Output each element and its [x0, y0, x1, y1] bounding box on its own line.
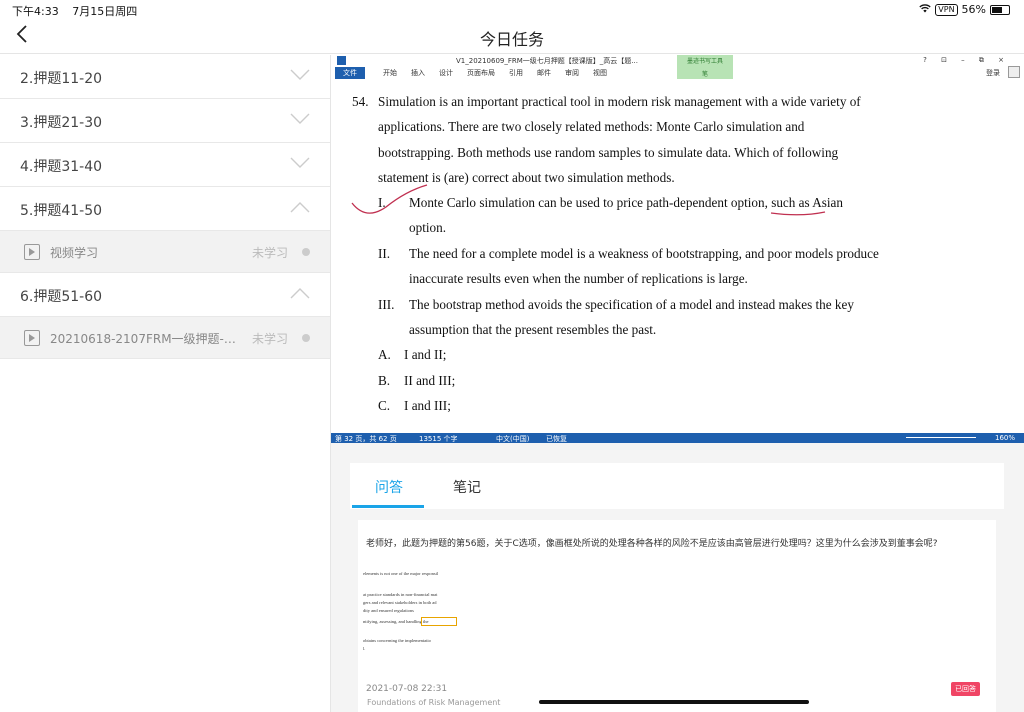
- word-ink-tools-tab[interactable]: 墨迹书写工具 笔: [677, 55, 733, 79]
- status-date: 7月15日周四: [72, 5, 138, 18]
- word-tab-view[interactable]: 视图: [593, 68, 607, 78]
- chapter-label: 5.押题41-50: [20, 203, 103, 219]
- qa-footer-text: Foundations of Risk Management: [367, 698, 501, 707]
- chapter-item-expanded[interactable]: 6.押题51-60: [0, 273, 330, 317]
- chapter-label: 4.押题31-40: [20, 159, 103, 175]
- lesson-title: 视频学习: [50, 246, 99, 260]
- battery-icon: [990, 4, 1010, 15]
- qa-question-text: 老师好，此题为押题的第56题，关于C选项，像画框处所说的处理各种各样的风险不是应…: [366, 539, 938, 549]
- post-timestamp: 2021-07-08 22:31: [366, 684, 448, 694]
- qa-attached-image[interactable]: elements is not one of the major respons…: [363, 564, 483, 658]
- chapter-item[interactable]: 3.押题21-30: [0, 99, 330, 143]
- chapter-label: 6.押题51-60: [20, 289, 103, 305]
- word-tab-design[interactable]: 设计: [439, 68, 453, 78]
- zoom-slider[interactable]: [906, 437, 976, 438]
- vpn-badge: VPN: [935, 3, 958, 16]
- lesson-item[interactable]: 视频学习 未学习: [0, 231, 330, 273]
- word-app-icon: [337, 56, 346, 65]
- ink-tools-label: 墨迹书写工具: [686, 58, 723, 65]
- video-play-icon: [24, 330, 40, 346]
- qa-panel: 问答 笔记 老师好，此题为押题的第56题，关于C选项，像画框处所说的处理各种各样…: [331, 443, 1024, 712]
- battery-percent: 56%: [961, 3, 986, 16]
- status-dot-icon: [302, 248, 310, 256]
- word-ribbon: 文件 开始 插入 设计 页面布局 引用 邮件 审阅 视图 墨迹书写工具 笔 登录: [331, 55, 1024, 80]
- status-dot-icon: [302, 334, 310, 342]
- image-text-line: l.: [363, 646, 366, 651]
- chapter-sidebar: 2.押题11-20 3.押题21-30 4.押题31-40 5.押题41-50 …: [0, 55, 331, 712]
- word-file-tab[interactable]: 文件: [335, 67, 365, 79]
- qa-post-card[interactable]: 老师好，此题为押题的第56题，关于C选项，像画框处所说的处理各种各样的风险不是应…: [358, 520, 996, 712]
- avatar: [1008, 66, 1020, 78]
- word-tab-review[interactable]: 审阅: [565, 68, 579, 78]
- word-login-link[interactable]: 登录: [986, 68, 1000, 78]
- status-time: 下午4:33: [12, 5, 59, 18]
- word-tab-layout[interactable]: 页面布局: [467, 68, 495, 78]
- chapter-item-expanded[interactable]: 5.押题41-50: [0, 187, 330, 231]
- image-text-line: gers and relevant stakeholders in both a…: [363, 600, 437, 605]
- chapter-label: 3.押题21-30: [20, 115, 103, 131]
- word-statusbar: 第 32 页，共 62 页 13515 个字 中文(中国) 已恢复 160%: [331, 433, 1024, 443]
- lesson-status: 未学习: [252, 246, 289, 260]
- ink-pen-label: 笔: [701, 71, 708, 78]
- image-highlight-box: [421, 617, 457, 626]
- chapter-item[interactable]: 4.押题31-40: [0, 143, 330, 187]
- image-text-line: at practice standards in non-financial m…: [363, 592, 438, 597]
- chevron-down-icon: [290, 69, 310, 80]
- status-bar: 下午4:33 7月15日周四 VPN 56%: [0, 0, 1024, 20]
- chevron-up-icon: [290, 288, 310, 299]
- image-text-line: dity and ensured regulations: [363, 608, 414, 613]
- question-content: 54. Simulation is an important practical…: [331, 81, 1024, 431]
- lesson-status: 未学习: [252, 332, 289, 346]
- chapter-item[interactable]: 2.押题11-20: [0, 55, 330, 99]
- word-tab-insert[interactable]: 插入: [411, 68, 425, 78]
- lesson-item[interactable]: 20210618-2107FRM一级押题-高... 未学习: [0, 317, 330, 359]
- chapter-label: 2.押题11-20: [20, 71, 103, 87]
- qa-tabs: 问答 笔记: [350, 463, 1004, 509]
- word-tab-home[interactable]: 开始: [383, 68, 397, 78]
- ink-annotation: [351, 184, 826, 216]
- image-text-line: ntifying, assessing, and handling the: [363, 619, 429, 624]
- active-tab-indicator: [352, 505, 424, 508]
- image-text-line: elements is not one of the major respons…: [363, 571, 439, 576]
- word-zoom-level: 160%: [995, 434, 1016, 442]
- word-tab-references[interactable]: 引用: [509, 68, 523, 78]
- home-indicator: [539, 700, 809, 704]
- video-play-icon: [24, 244, 40, 260]
- document-viewer[interactable]: V1_20210609_FRM一级七月押题【授课版】_高云【题... ? ⊡ –…: [331, 55, 1024, 443]
- lesson-title: 20210618-2107FRM一级押题-高...: [50, 332, 245, 346]
- word-tab-mailings[interactable]: 邮件: [537, 68, 551, 78]
- wifi-icon: [919, 3, 931, 16]
- chevron-up-icon: [290, 202, 310, 213]
- image-text-line: obtains concerning the implementatio: [363, 638, 431, 643]
- tab-notes[interactable]: 笔记: [453, 477, 481, 497]
- page-title: 今日任务: [479, 30, 544, 49]
- word-window-controls: ? ⊡ – ⧉ ×: [923, 56, 1010, 64]
- chevron-down-icon: [290, 113, 310, 124]
- answered-badge: 已回答: [951, 682, 980, 696]
- tab-qa[interactable]: 问答: [375, 477, 403, 497]
- word-doc-title: V1_20210609_FRM一级七月押题【授课版】_高云【题...: [456, 57, 638, 65]
- chevron-down-icon: [290, 157, 310, 168]
- nav-header: 今日任务: [0, 20, 1024, 54]
